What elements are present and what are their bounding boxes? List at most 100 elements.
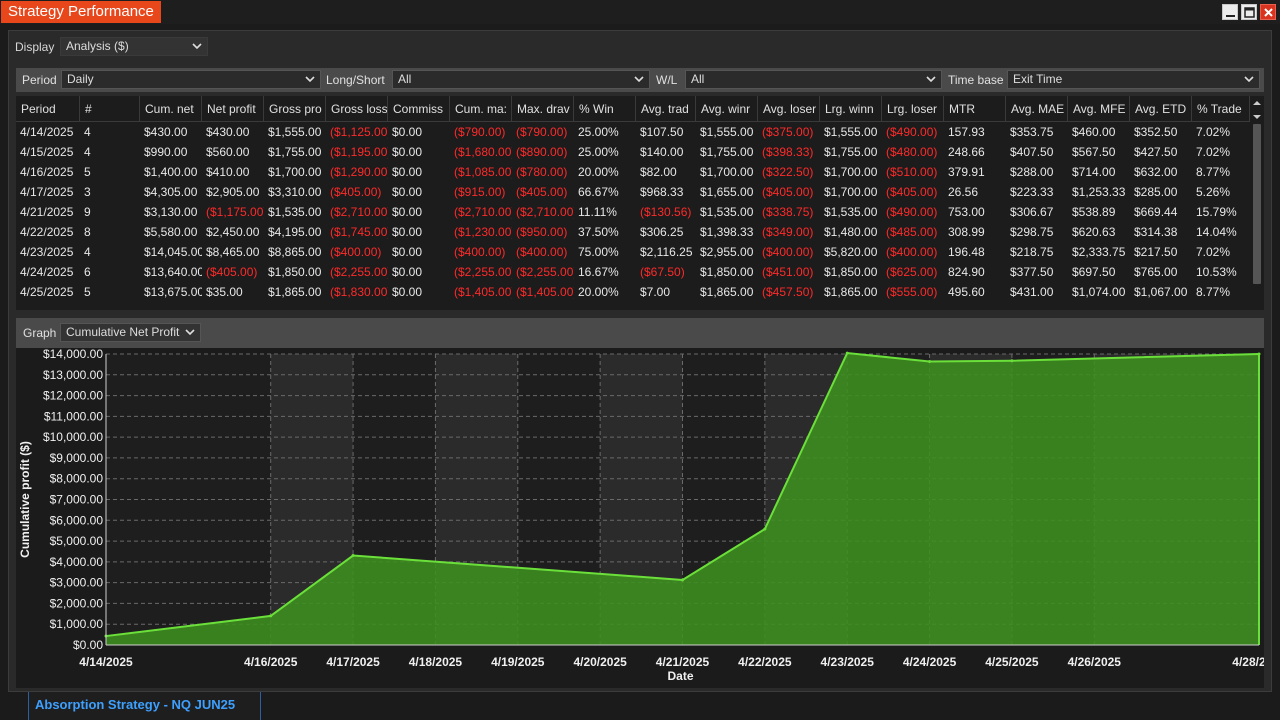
table-cell: $1,555.00 (700, 125, 754, 139)
column-header[interactable]: Lrg. winn (820, 96, 882, 122)
column-header[interactable]: % Win (574, 96, 636, 122)
table-cell: ($451.00) (762, 265, 814, 279)
scroll-up-icon[interactable] (1250, 98, 1264, 108)
tab-absorption-strategy[interactable]: Absorption Strategy - NQ JUN25 (28, 692, 261, 720)
chevron-down-icon (634, 76, 644, 83)
maximize-button[interactable] (1241, 4, 1257, 20)
graph-label: Graph (23, 326, 57, 340)
table-cell: $306.25 (640, 225, 684, 239)
x-tick-label: 4/18/2025 (409, 655, 463, 669)
table-cell: ($1,085.00) (454, 165, 512, 179)
wl-select-value: All (691, 72, 705, 86)
column-header[interactable]: Avg. MAE (1006, 96, 1068, 122)
column-header[interactable]: Avg. winr (696, 96, 758, 122)
table-row[interactable]: 4/22/2025 8 $5,580.00 $2,450.00 $4,195.00 ($1… (16, 222, 1250, 242)
wl-label: W/L (656, 73, 678, 87)
y-tick-label: $10,000.00 (43, 430, 103, 444)
column-header[interactable]: Avg. loser (758, 96, 820, 122)
y-tick-label: $8,000.00 (50, 472, 104, 486)
period-select[interactable]: Daily (61, 70, 321, 89)
table-cell: ($2,255.00) (454, 265, 512, 279)
display-label: Display (15, 40, 55, 54)
scroll-thumb[interactable] (1253, 124, 1261, 284)
table-cell: ($400.00) (330, 245, 382, 259)
table-cell: $353.75 (1010, 125, 1054, 139)
close-button[interactable] (1260, 4, 1276, 20)
table-cell: ($405.00) (762, 185, 814, 199)
table-row[interactable]: 4/21/2025 9 $3,130.00 ($1,175.00) $1,535.00 (… (16, 202, 1250, 222)
display-select[interactable]: Analysis ($) (60, 37, 208, 56)
table-row[interactable]: 4/23/2025 4 $14,045.00 $8,465.00 $8,865.00 ($… (16, 242, 1250, 262)
table-cell: ($2,710.00) (516, 205, 574, 219)
table-cell: $0.00 (392, 225, 423, 239)
y-tick-label: $12,000.00 (43, 389, 103, 403)
longshort-select[interactable]: All (392, 70, 650, 89)
column-header[interactable]: Net profit (202, 96, 264, 122)
timebase-select[interactable]: Exit Time (1007, 70, 1260, 89)
table-cell: 495.60 (948, 285, 985, 299)
column-header[interactable]: % Trade (1192, 96, 1250, 122)
column-header[interactable]: Lrg. loser (882, 96, 944, 122)
table-cell: ($480.00) (886, 145, 938, 159)
table-cell: 20.00% (578, 285, 619, 299)
chevron-down-icon (305, 76, 315, 83)
table-cell: $3,130.00 (144, 205, 198, 219)
table-row[interactable]: 4/25/2025 5 $13,675.00 $35.00 $1,865.00 ($1,8… (16, 282, 1250, 302)
table-row[interactable]: 4/16/2025 5 $1,400.00 $410.00 $1,700.00 ($1,2… (16, 162, 1250, 182)
table-row[interactable]: 4/15/2025 4 $990.00 $560.00 $1,755.00 ($1,195… (16, 142, 1250, 162)
scroll-down-icon[interactable] (1250, 112, 1264, 122)
column-header[interactable]: Commiss (388, 96, 450, 122)
table-cell: 25.00% (578, 145, 619, 159)
table-cell: $1,700.00 (824, 185, 878, 199)
table-cell: $1,555.00 (824, 125, 878, 139)
filter-bar: Period Daily Long/Short All W/L All Time… (16, 68, 1264, 92)
table-cell: ($1,175.00) (206, 205, 264, 219)
x-tick-label: 4/21/2025 (656, 655, 710, 669)
table-cell: $298.75 (1010, 225, 1054, 239)
table-cell: ($338.75) (762, 205, 814, 219)
table-cell: 7.02% (1196, 125, 1231, 139)
minimize-button[interactable] (1222, 4, 1238, 20)
column-header[interactable]: Avg. MFE (1068, 96, 1130, 122)
table-cell: ($400.00) (886, 245, 938, 259)
column-header[interactable]: Period (16, 96, 80, 122)
table-cell: $2,116.25 (640, 245, 693, 259)
column-header[interactable]: MTR (944, 96, 1006, 122)
wl-select[interactable]: All (685, 70, 942, 89)
table-scrollbar[interactable] (1250, 96, 1264, 310)
table-row[interactable]: 4/14/2025 4 $430.00 $430.00 $1,555.00 ($1,125… (16, 122, 1250, 142)
table-cell: 8.77% (1196, 165, 1231, 179)
column-header[interactable]: # (80, 96, 140, 122)
column-header[interactable]: Max. drav (512, 96, 574, 122)
table-cell: 26.56 (948, 185, 979, 199)
table-cell: 4/17/2025 (20, 185, 74, 199)
table-cell: 248.66 (948, 145, 985, 159)
table-cell: $1,850.00 (700, 265, 754, 279)
column-header[interactable]: Avg. trad (636, 96, 696, 122)
table-cell: $1,535.00 (268, 205, 322, 219)
x-tick-label: 4/16/2025 (244, 655, 298, 669)
table-cell: $632.00 (1134, 165, 1178, 179)
table-cell: ($405.00) (886, 185, 938, 199)
table-row[interactable]: 4/24/2025 6 $13,640.00 ($405.00) $1,850.00 ($… (16, 262, 1250, 282)
table-cell: $285.00 (1134, 185, 1178, 199)
table-cell: $1,067.00 (1134, 285, 1188, 299)
column-header[interactable]: Cum. net (140, 96, 202, 122)
table-cell: $538.89 (1072, 205, 1116, 219)
table-cell: 753.00 (948, 205, 985, 219)
column-header[interactable]: Gross loss (326, 96, 388, 122)
table-cell: ($890.00) (516, 145, 568, 159)
column-header[interactable]: Cum. ma: (450, 96, 512, 122)
column-header[interactable]: Gross pro (264, 96, 326, 122)
table-cell: ($490.00) (886, 125, 938, 139)
data-point (1010, 359, 1014, 363)
table-cell: ($625.00) (886, 265, 938, 279)
table-cell: ($2,710.00) (454, 205, 512, 219)
chevron-down-icon (192, 43, 202, 50)
table-row[interactable]: 4/17/2025 3 $4,305.00 $2,905.00 $3,310.00 ($4… (16, 182, 1250, 202)
graph-select[interactable]: Cumulative Net Profit (60, 323, 201, 342)
table-cell: ($2,710.00) (330, 205, 388, 219)
x-tick-label: 4/25/2025 (985, 655, 1039, 669)
table-cell: ($790.00) (516, 125, 568, 139)
column-header[interactable]: Avg. ETD (1130, 96, 1192, 122)
